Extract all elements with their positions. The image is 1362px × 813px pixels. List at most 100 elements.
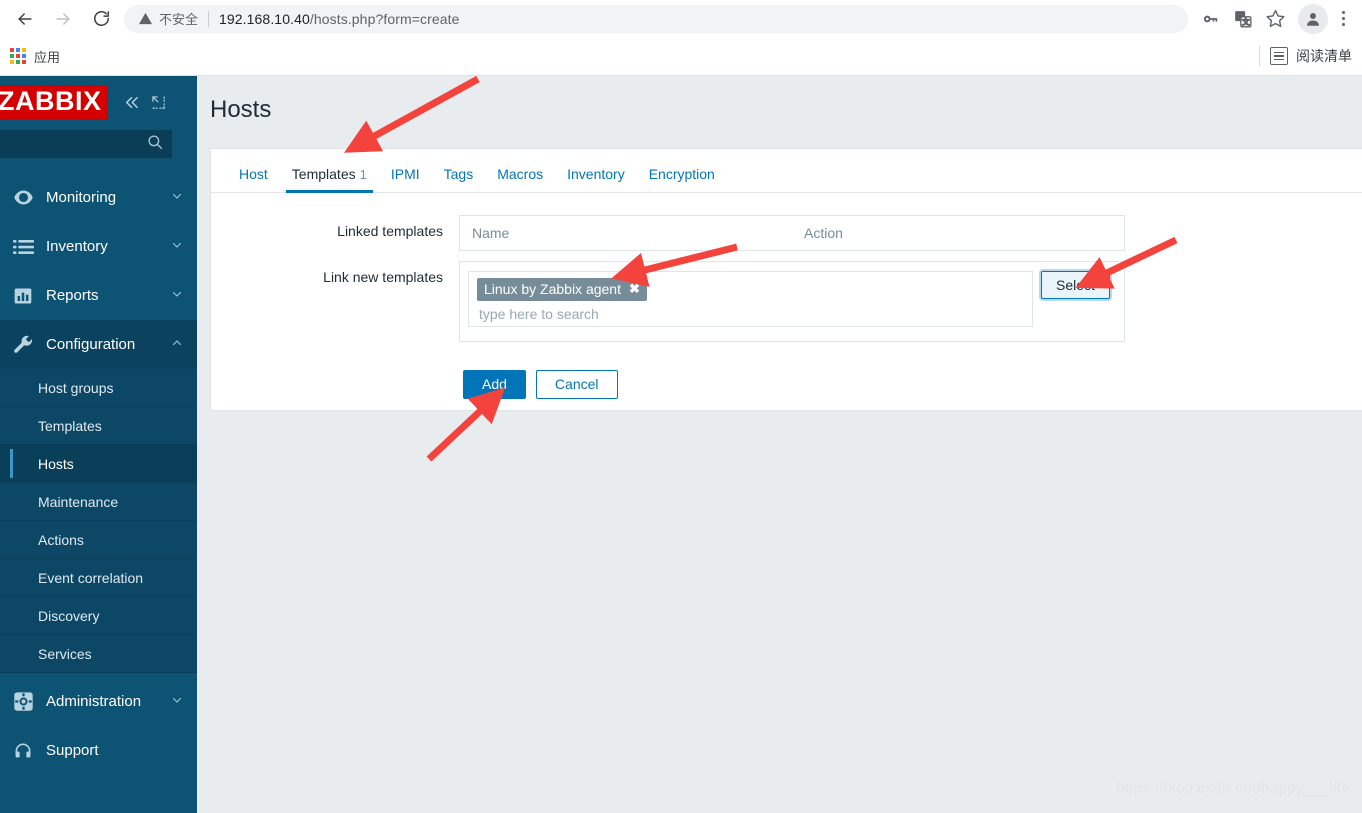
submenu-label: Host groups [38,379,114,396]
tab-encryption[interactable]: Encryption [637,166,727,192]
submenu-label: Services [38,645,92,662]
linked-templates-row: Linked templates Name Action [211,215,1362,251]
sidebar-item-inventory[interactable]: Inventory [0,222,197,271]
sidebar-item-configuration[interactable]: Configuration [0,320,197,369]
link-new-templates-label: Link new templates [323,269,443,285]
tab-label: Encryption [648,166,715,182]
page-title: Hosts [210,96,272,123]
address-bar[interactable]: 不安全 192.168.10.40/hosts.php?form=create [124,4,1188,33]
column-header-action: Action [804,225,843,241]
sidebar-item-label: Monitoring [46,189,117,206]
zabbix-logo[interactable]: ZABBIX [0,85,108,120]
sidebar-item-event-correlation[interactable]: Event correlation [0,559,197,597]
expand-corner-icon[interactable] [151,95,166,110]
sidebar-header: ZABBIX [0,76,197,129]
forward-button[interactable] [46,2,80,36]
sidebar-item-support[interactable]: Support [0,726,197,775]
reading-list-button[interactable]: 阅读清单 [1270,46,1352,66]
tab-macros[interactable]: Macros [485,166,555,192]
sidebar-search-input[interactable] [0,129,173,159]
column-header-name: Name [472,225,510,241]
bookmarks-divider [1259,46,1260,66]
chevron-down-icon [171,190,183,205]
tab-tags[interactable]: Tags [432,166,486,192]
submenu-label: Event correlation [38,569,144,586]
template-chip[interactable]: Linux by Zabbix agent ✖ [477,278,647,301]
kebab-menu-icon[interactable] [1330,11,1356,26]
submenu-label: Hosts [38,455,74,472]
zabbix-sidebar: ZABBIX Monitoring Inventory Reports Conf… [0,76,197,813]
profile-avatar-icon[interactable] [1298,3,1328,34]
sidebar-item-label: Configuration [46,336,136,353]
sidebar-bottom-nav: Administration Support [0,677,197,775]
submenu-label: Maintenance [38,493,119,510]
tab-host[interactable]: Host [227,166,280,192]
browser-toolbar: 不安全 192.168.10.40/hosts.php?form=create … [0,0,1362,37]
cancel-button[interactable]: Cancel [535,370,618,399]
sidebar-item-label: Reports [46,287,99,304]
submenu-label: Templates [38,417,102,434]
linked-templates-label: Linked templates [337,223,443,239]
sidebar-nav: Monitoring Inventory Reports Configurati… [0,173,197,775]
add-button[interactable]: Add [463,370,526,399]
translate-icon[interactable]: G 文 [1228,4,1258,34]
browser-window: 不安全 192.168.10.40/hosts.php?form=create … [0,0,1362,813]
bookmark-star-icon[interactable] [1260,4,1290,34]
apps-shortcut[interactable]: 应用 [10,47,60,66]
list-icon [8,239,38,255]
main-content: Hosts Host Templates 1 IPMI Tags Macros I… [197,76,1362,813]
sidebar-item-actions[interactable]: Actions [0,521,197,559]
bar-chart-icon [8,286,38,306]
sidebar-item-label: Inventory [46,238,108,255]
sidebar-item-hosts[interactable]: Hosts [0,445,197,483]
sidebar-item-templates[interactable]: Templates [0,407,197,445]
host-form-card: Host Templates 1 IPMI Tags Macros Invento… [210,148,1362,411]
search-icon [146,133,164,156]
close-x-icon[interactable]: ✖ [629,281,640,297]
linked-templates-table: Name Action [459,215,1125,251]
tab-ipmi[interactable]: IPMI [379,166,432,192]
back-button[interactable] [8,2,42,36]
eye-icon [8,187,38,208]
reload-button[interactable] [84,2,118,36]
chevron-down-icon [171,694,183,709]
tab-inventory[interactable]: Inventory [555,166,637,192]
toolbar-icons: G 文 [1196,3,1362,34]
template-search-input[interactable]: type here to search [477,301,1024,322]
gear-icon [8,691,38,712]
link-new-templates-row: Link new templates Linux by Zabbix agent… [211,261,1362,342]
tab-templates[interactable]: Templates 1 [280,166,379,193]
tab-label: Tags [443,166,474,182]
tab-label: IPMI [390,166,420,182]
sidebar-item-label: Support [46,742,99,759]
tab-label: Host [239,166,268,182]
chevron-down-icon [171,288,183,303]
bookmarks-bar: 应用 阅读清单 [0,37,1362,76]
bookmarks-bar-right: 阅读清单 [1259,46,1352,66]
watermark: https://blog.csdn.net/happy___life [1116,780,1350,797]
security-indicator[interactable]: 不安全 [138,9,198,28]
sidebar-item-discovery[interactable]: Discovery [0,597,197,635]
sidebar-item-reports[interactable]: Reports [0,271,197,320]
sidebar-item-administration[interactable]: Administration [0,677,197,726]
password-key-icon[interactable] [1196,4,1226,34]
templates-form: Linked templates Name Action Link new te… [211,193,1362,399]
submenu-label: Actions [38,531,84,548]
form-actions: Add Cancel [211,352,1362,399]
sidebar-item-maintenance[interactable]: Maintenance [0,483,197,521]
sidebar-search-wrap [0,129,197,159]
form-tabs: Host Templates 1 IPMI Tags Macros Invento… [211,149,1362,193]
reading-list-icon [1270,47,1288,65]
chevron-down-icon [171,239,183,254]
tab-label: Inventory [567,166,625,182]
sidebar-item-host-groups[interactable]: Host groups [0,369,197,407]
chevron-up-icon [171,337,183,352]
warning-triangle-icon [139,12,152,25]
sidebar-item-services[interactable]: Services [0,635,197,673]
sidebar-item-monitoring[interactable]: Monitoring [0,173,197,222]
url-text: 192.168.10.40/hosts.php?form=create [219,10,460,27]
chevron-double-left-icon[interactable] [122,93,141,112]
template-multiselect[interactable]: Linux by Zabbix agent ✖ type here to sea… [468,271,1033,327]
tab-count: 1 [359,167,367,182]
select-button[interactable]: Select [1041,271,1110,299]
